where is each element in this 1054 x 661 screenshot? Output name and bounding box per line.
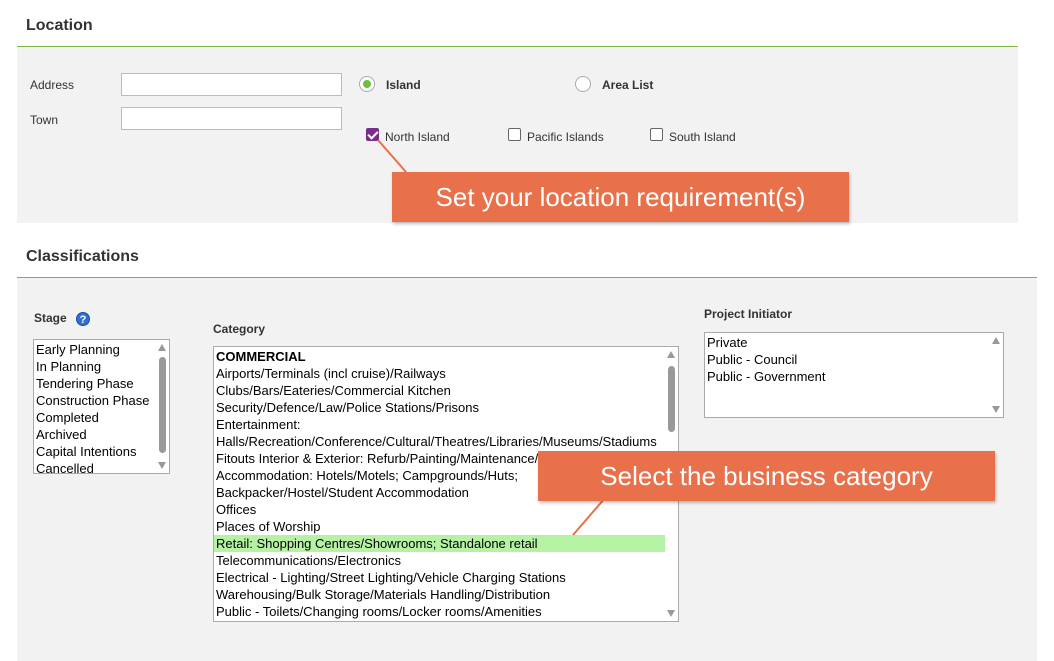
stage-option[interactable]: Early Planning bbox=[34, 341, 169, 358]
category-option[interactable]: Public - Toilets/Changing rooms/Locker r… bbox=[214, 603, 678, 620]
category-callout: Select the business category bbox=[538, 451, 995, 501]
scroll-up-icon[interactable] bbox=[992, 337, 1000, 344]
category-option[interactable]: Clubs/Bars/Eateries/Commercial Kitchen bbox=[214, 382, 678, 399]
category-option[interactable]: Security/Defence/Law/Police Stations/Pri… bbox=[214, 399, 678, 416]
pacific-islands-checkbox[interactable] bbox=[508, 128, 521, 141]
category-option[interactable]: Electrical - Lighting/Street Lighting/Ve… bbox=[214, 569, 678, 586]
island-radio[interactable] bbox=[359, 76, 375, 92]
category-option[interactable]: Warehousing/Bulk Storage/Materials Handl… bbox=[214, 586, 678, 603]
stage-option[interactable]: Cancelled bbox=[34, 460, 169, 473]
help-icon[interactable]: ? bbox=[76, 312, 90, 326]
scroll-up-icon[interactable] bbox=[158, 344, 166, 351]
initiator-option[interactable]: Private bbox=[705, 334, 1003, 351]
stage-option[interactable]: Tendering Phase bbox=[34, 375, 169, 392]
category-option[interactable]: COMMERCIAL bbox=[214, 348, 678, 365]
scroll-down-icon[interactable] bbox=[992, 406, 1000, 413]
address-label: Address bbox=[30, 78, 75, 92]
scroll-up-icon[interactable] bbox=[667, 351, 675, 358]
island-radio-label[interactable]: Island bbox=[386, 78, 421, 92]
classifications-title: Classifications bbox=[26, 248, 139, 265]
south-island-checkbox[interactable] bbox=[650, 128, 663, 141]
location-callout: Set your location requirement(s) bbox=[392, 172, 849, 222]
stage-option[interactable]: Completed bbox=[34, 409, 169, 426]
category-option[interactable]: RESIDENTIAL bbox=[214, 620, 678, 621]
stage-option[interactable]: Capital Intentions bbox=[34, 443, 169, 460]
initiator-option[interactable]: Public - Council bbox=[705, 351, 1003, 368]
stage-option[interactable]: In Planning bbox=[34, 358, 169, 375]
initiator-option[interactable]: Public - Government bbox=[705, 368, 1003, 385]
initiator-listbox[interactable]: Private Public - Council Public - Governme… bbox=[704, 332, 1004, 418]
stage-option[interactable]: Construction Phase bbox=[34, 392, 169, 409]
area-list-radio-label[interactable]: Area List bbox=[602, 78, 653, 92]
category-option[interactable]: Airports/Terminals (incl cruise)/Railway… bbox=[214, 365, 678, 382]
town-input[interactable] bbox=[121, 107, 342, 130]
area-list-radio[interactable] bbox=[575, 76, 591, 92]
category-option[interactable]: Telecommunications/Electronics bbox=[214, 552, 678, 569]
initiator-label: Project Initiator bbox=[704, 307, 793, 321]
category-label: Category bbox=[213, 322, 266, 336]
stage-scrollbar[interactable] bbox=[156, 340, 169, 473]
town-label: Town bbox=[30, 113, 59, 127]
initiator-scrollbar[interactable] bbox=[990, 333, 1003, 417]
stage-label: Stage bbox=[34, 311, 67, 325]
scroll-thumb[interactable] bbox=[159, 357, 166, 453]
category-callout-pointer bbox=[572, 497, 606, 536]
pacific-islands-label[interactable]: Pacific Islands bbox=[527, 130, 604, 144]
stage-listbox[interactable]: Early Planning In Planning Tendering Phase… bbox=[33, 339, 170, 474]
south-island-label[interactable]: South Island bbox=[669, 130, 736, 144]
location-callout-pointer bbox=[377, 139, 407, 173]
scroll-thumb[interactable] bbox=[668, 366, 675, 432]
scroll-down-icon[interactable] bbox=[667, 610, 675, 617]
category-option[interactable]: Halls/Recreation/Conference/Cultural/The… bbox=[214, 433, 678, 450]
location-title: Location bbox=[26, 17, 93, 34]
address-input[interactable] bbox=[121, 73, 342, 96]
category-option[interactable]: Entertainment: bbox=[214, 416, 678, 433]
stage-option[interactable]: Archived bbox=[34, 426, 169, 443]
scroll-down-icon[interactable] bbox=[158, 462, 166, 469]
